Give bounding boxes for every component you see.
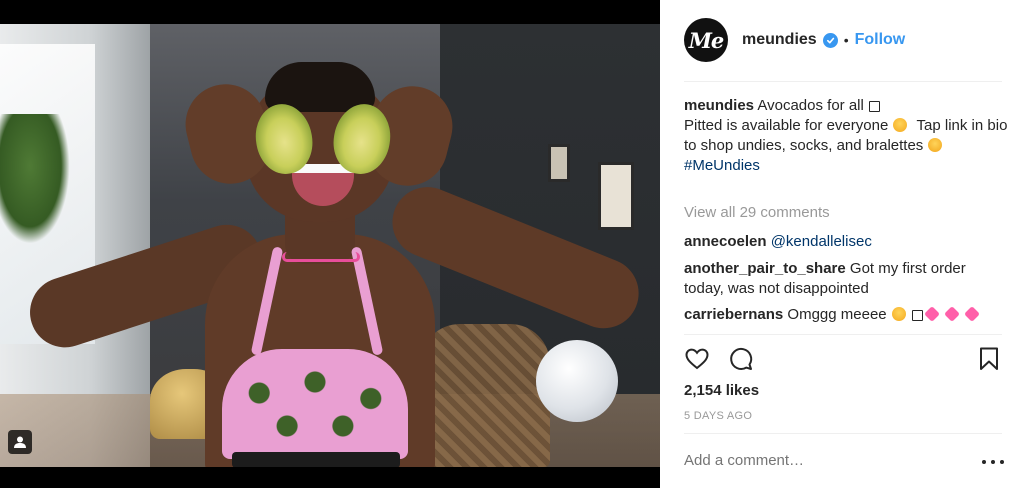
hugging-emoji-icon [928,138,943,152]
likes-count[interactable]: 2,154 likes [684,382,759,399]
avatar-logo-text: Me [688,27,725,53]
comment-button[interactable] [728,346,754,372]
like-button[interactable] [684,346,710,372]
comment-icon [730,348,753,370]
caption-username[interactable]: meundies [684,97,754,114]
user-tag-button[interactable] [8,430,32,454]
scene-frame-small [548,144,570,182]
post-sidebar: Me meundies • Follow meundies Avocados f… [660,0,1024,488]
emoji-icon [911,310,923,321]
avatar[interactable]: Me [684,18,728,62]
post-caption: meundies Avocados for all Pitted is avai… [684,96,1009,176]
comment-item: carriebernans Omggg meeee [684,305,1004,325]
verified-badge-icon [822,32,838,48]
post-header: Me meundies • Follow [660,0,1024,80]
user-tag-icon [14,436,26,448]
bralette-band [232,452,400,467]
bookmark-icon [980,347,998,370]
scene-chair [420,324,550,467]
separator-dot: • [843,32,849,48]
post-actions [684,346,1002,374]
heart-emoji-icon [964,306,981,322]
heart-icon [685,348,709,370]
scene-frame [598,162,634,230]
comment-item: annecoelen @kendallelisec [684,232,1004,252]
comment-username[interactable]: carriebernans [684,306,783,323]
choker-necklace [282,252,360,262]
heart-emoji-icon [924,306,940,322]
scene-plant [0,114,70,244]
comment-mention[interactable]: @kendallelisec [771,233,872,250]
comment-item: another_pair_to_share Got my first order… [684,259,1004,299]
comment-username[interactable]: annecoelen [684,233,767,250]
smiling-emoji-icon [891,307,906,321]
view-all-comments-link[interactable]: View all 29 comments [684,204,830,221]
scene-lamp [536,340,618,422]
comment-username[interactable]: another_pair_to_share [684,260,846,277]
emoji-icon [869,101,880,112]
caption-hashtag[interactable]: #MeUndies [684,157,760,174]
comment-text: Omggg meeee [787,306,887,323]
follow-button[interactable]: Follow [855,31,906,49]
photo-scene [0,24,660,467]
avocado-bralette [222,349,408,459]
post-username[interactable]: meundies [742,31,817,49]
save-button[interactable] [976,346,1002,372]
caption-line2: Pitted is available for everyone [684,117,889,134]
smiling-emoji-icon [893,118,908,132]
post-photo[interactable] [0,0,660,488]
post-timestamp[interactable]: 5 DAYS AGO [684,410,752,422]
divider [684,334,1002,335]
more-options-icon[interactable] [982,455,1004,469]
heart-emoji-icon [944,306,961,322]
divider [684,433,1002,434]
caption-line1: Avocados for all [757,97,864,114]
add-comment-input[interactable] [684,452,974,469]
divider [684,81,1002,82]
